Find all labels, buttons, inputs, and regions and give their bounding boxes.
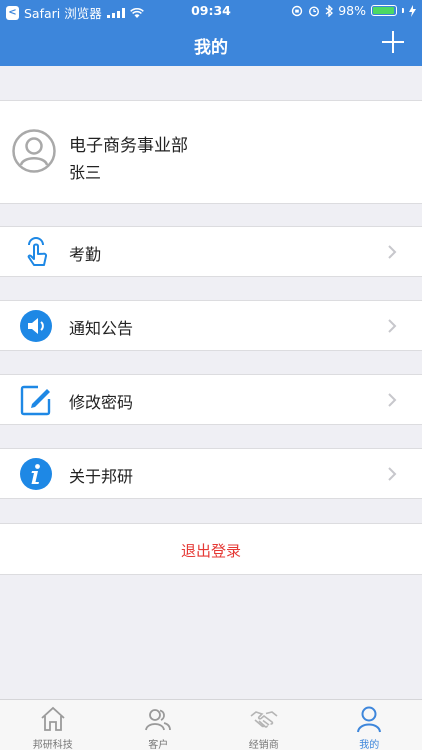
tab-customers[interactable]: 客户	[106, 700, 212, 750]
customers-icon	[145, 709, 172, 731]
menu-item-notices[interactable]: 通知公告	[0, 300, 422, 351]
tab-label: 我的	[359, 740, 380, 750]
tab-dealers[interactable]: 经销商	[211, 700, 317, 750]
charging-icon	[409, 4, 416, 17]
battery-percent: 98%	[338, 3, 366, 18]
status-right: 98%	[291, 3, 416, 18]
chevron-right-icon	[388, 245, 397, 259]
menu-item-attendance[interactable]: 考勤	[0, 226, 422, 277]
chevron-right-icon	[388, 393, 397, 407]
logout-label: 退出登录	[180, 542, 241, 560]
handshake-icon	[250, 711, 278, 728]
menu-item-label: 考勤	[69, 245, 102, 264]
menu-item-about[interactable]: 关于邦研	[0, 448, 422, 499]
info-icon	[20, 458, 52, 490]
profile-card[interactable]: 电子商务事业部 张三	[0, 100, 422, 204]
tab-mine[interactable]: 我的	[317, 700, 422, 750]
user-outline-icon	[12, 129, 56, 173]
department-name: 电子商务事业部	[69, 136, 188, 156]
orientation-lock-icon	[292, 5, 303, 16]
tab-label: 客户	[148, 740, 169, 750]
menu-item-change-password[interactable]: 修改密码	[0, 374, 422, 425]
tab-label: 邦研科技	[32, 740, 73, 750]
user-name: 张三	[69, 163, 102, 182]
alarm-icon	[309, 5, 320, 17]
menu-item-label: 修改密码	[69, 393, 134, 412]
chevron-right-icon	[388, 467, 397, 481]
page-title: 我的	[194, 38, 228, 58]
tap-finger-icon	[27, 237, 48, 266]
app-header: < Safari 浏览器 09:34 98% 我的	[0, 0, 422, 66]
status-bar: < Safari 浏览器 09:34 98%	[0, 0, 422, 22]
home-icon	[41, 706, 65, 731]
menu-item-label: 关于邦研	[69, 467, 134, 486]
plus-icon[interactable]	[382, 31, 404, 53]
logout-button[interactable]: 退出登录	[0, 523, 422, 575]
bluetooth-icon	[325, 4, 334, 17]
tab-home[interactable]: 邦研科技	[0, 700, 106, 750]
battery-icon	[371, 5, 397, 16]
tab-bar: 邦研科技 客户 经销商 我的	[0, 699, 422, 750]
battery-tip	[402, 8, 404, 13]
tab-label: 经销商	[248, 740, 279, 750]
person-icon	[357, 706, 382, 733]
edit-icon	[20, 385, 51, 416]
menu-item-label: 通知公告	[69, 319, 134, 338]
speaker-icon	[20, 310, 52, 342]
chevron-right-icon	[388, 319, 397, 333]
